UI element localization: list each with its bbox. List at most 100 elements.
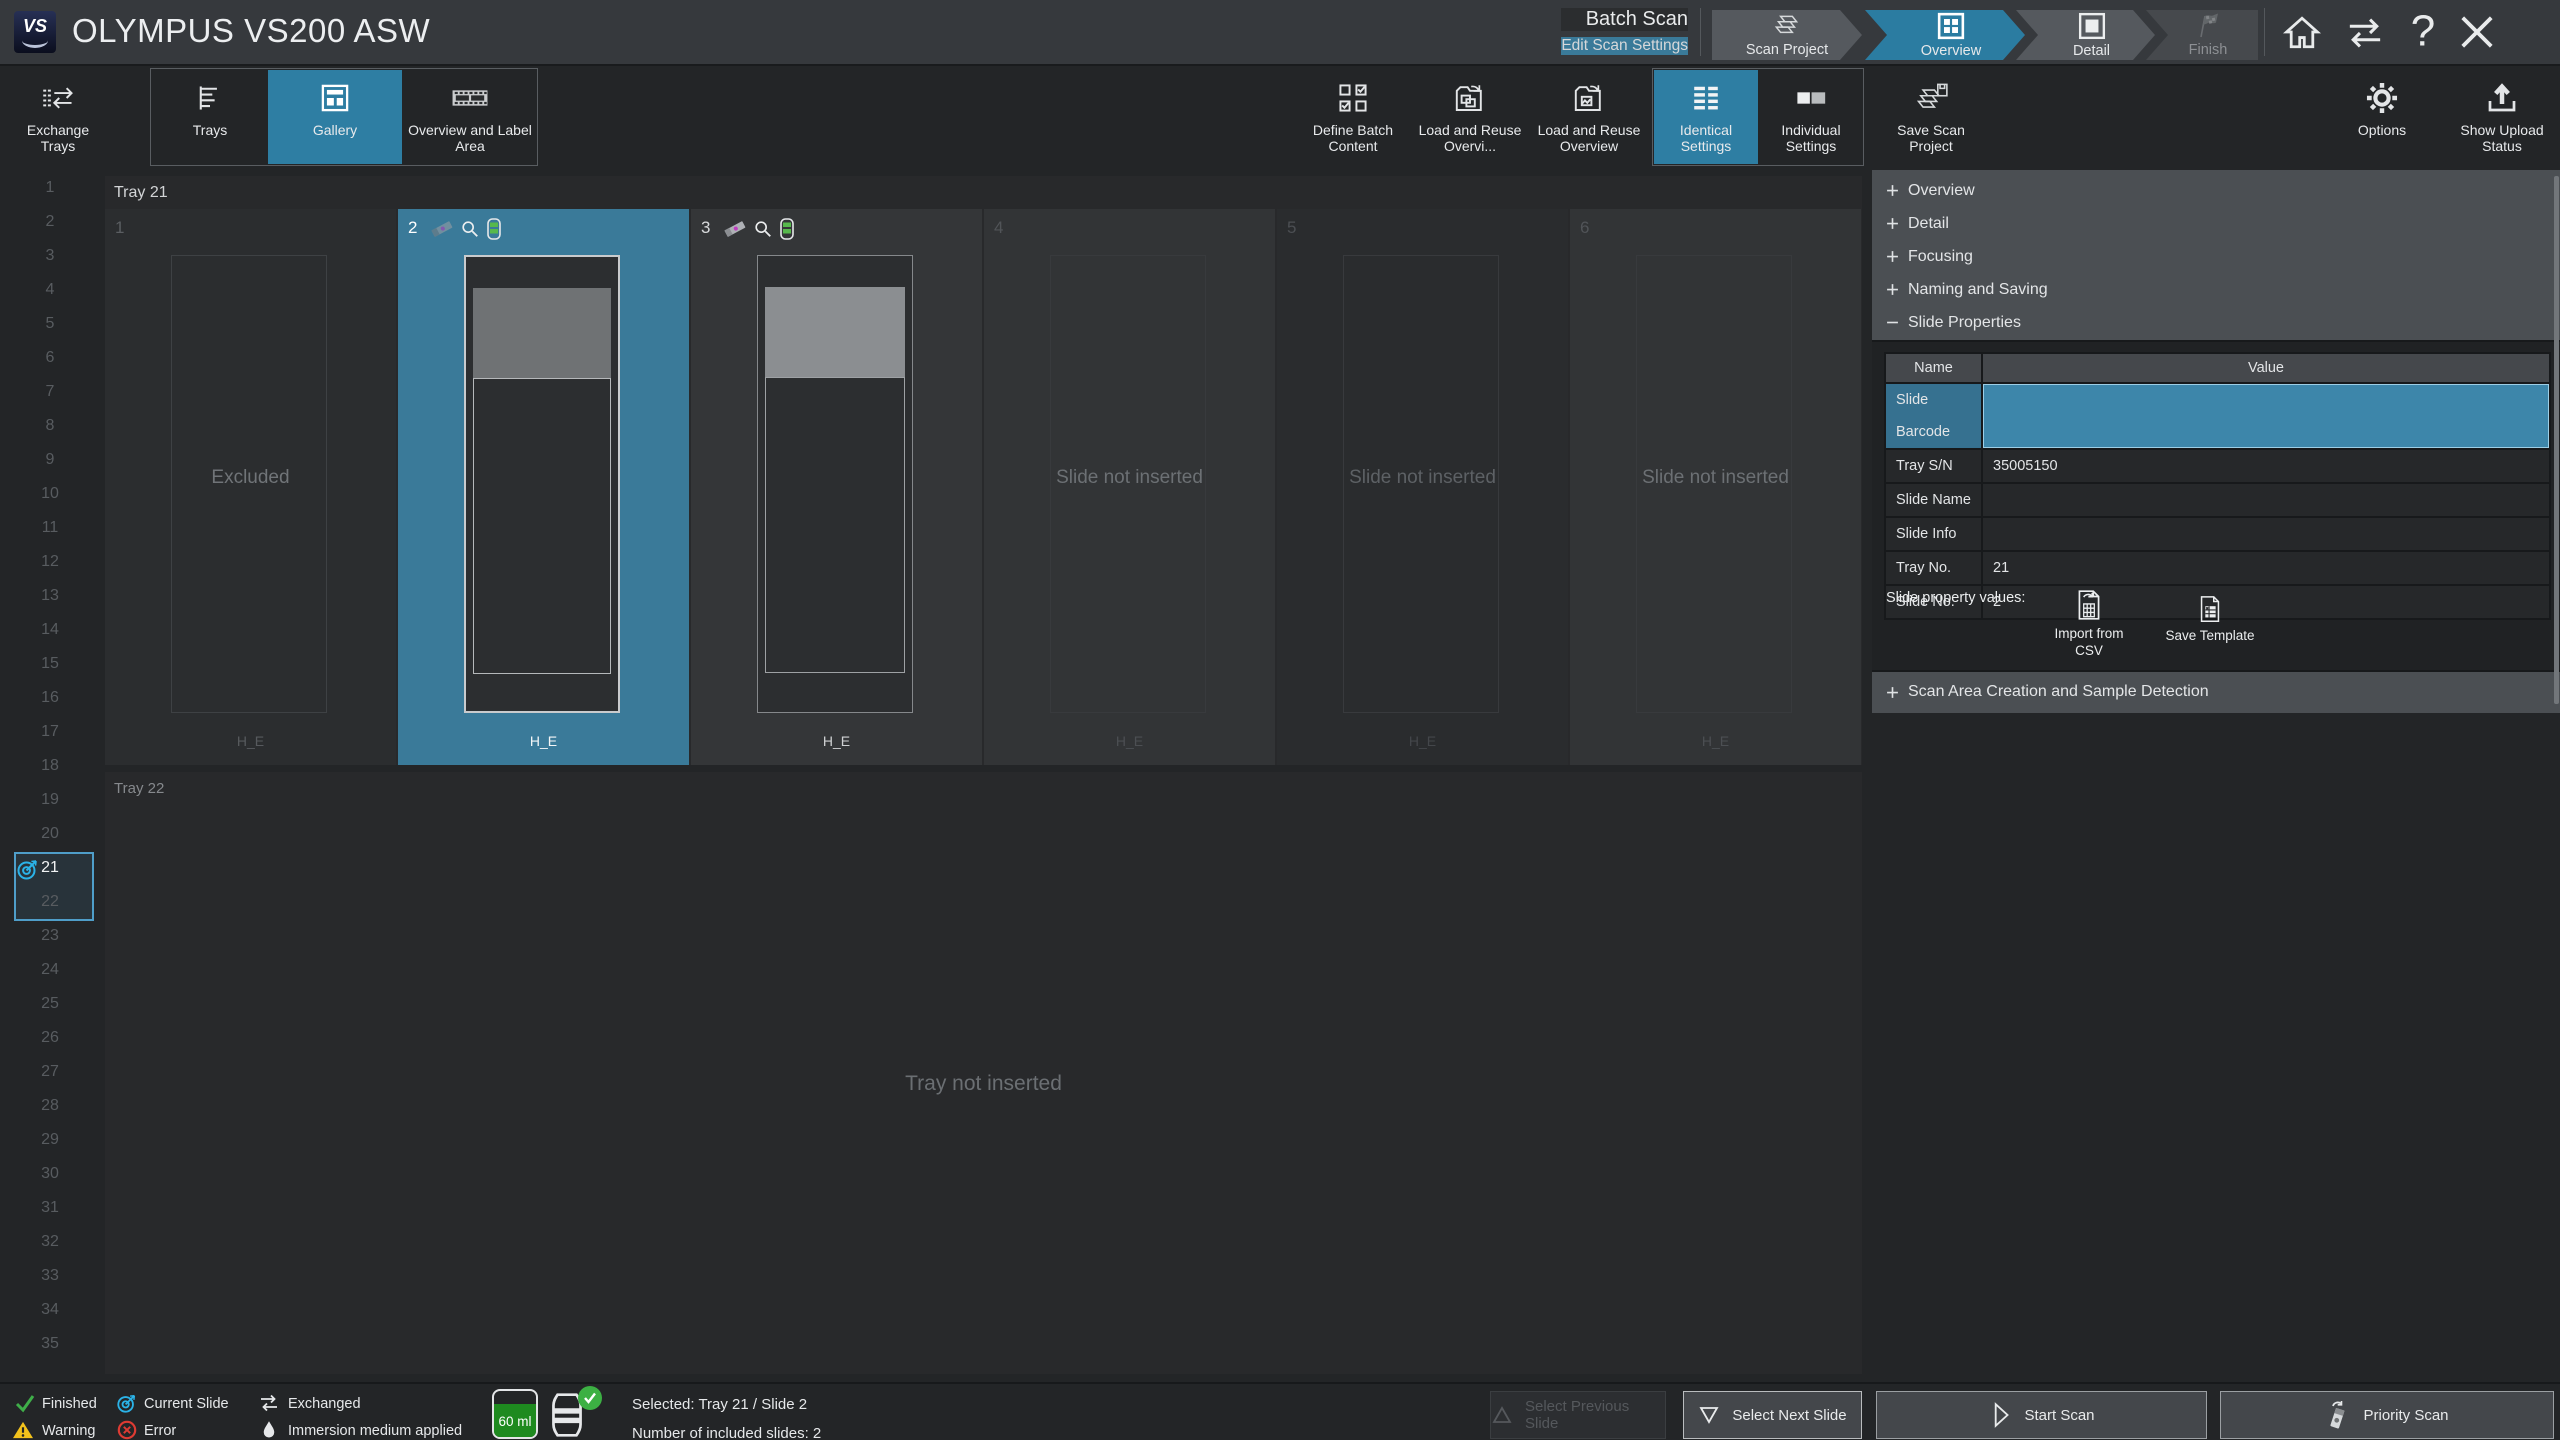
table-row-slide-barcode[interactable]: Slide Barcode bbox=[1886, 384, 2549, 448]
slide-tile-5[interactable]: 5 Slide not inserted H_E bbox=[1277, 209, 1568, 765]
property-name: Slide Name bbox=[1886, 484, 1981, 516]
slide-tile-1[interactable]: 1 Excluded H_E bbox=[105, 209, 396, 765]
table-row-tray-no[interactable]: Tray No. 21 bbox=[1886, 552, 2549, 584]
panel-scrollbar[interactable] bbox=[2554, 176, 2559, 704]
tray-row-11[interactable]: 11 bbox=[0, 511, 100, 545]
button-label: Select Next Slide bbox=[1732, 1407, 1846, 1424]
droplet-icon bbox=[262, 1419, 276, 1440]
tray-row-19[interactable]: 19 bbox=[0, 783, 100, 817]
select-next-slide-button[interactable]: Select Next Slide bbox=[1683, 1391, 1862, 1439]
identical-settings-button[interactable]: Identical Settings bbox=[1654, 70, 1758, 164]
tray-row-34[interactable]: 34 bbox=[0, 1293, 100, 1327]
import-from-csv-button[interactable]: Import from CSV bbox=[2048, 588, 2130, 659]
immersion-state-icon bbox=[780, 218, 794, 240]
tray-row-20[interactable]: 20 bbox=[0, 817, 100, 851]
table-row-tray-sn[interactable]: Tray S/N 35005150 bbox=[1886, 450, 2549, 482]
section-detail[interactable]: Detail bbox=[1872, 207, 2560, 240]
tray-row-21-selected[interactable]: 21 bbox=[0, 851, 100, 885]
section-slide-properties[interactable]: Slide Properties bbox=[1872, 306, 2560, 339]
section-naming-saving[interactable]: Naming and Saving bbox=[1872, 273, 2560, 306]
upload-icon bbox=[2484, 77, 2520, 119]
play-icon bbox=[1988, 1401, 2012, 1429]
slide-tile-4[interactable]: 4 Slide not inserted H_E bbox=[984, 209, 1275, 765]
tray-row-6[interactable]: 6 bbox=[0, 341, 100, 375]
app-logo: VS bbox=[14, 11, 56, 53]
close-icon[interactable] bbox=[2458, 14, 2496, 50]
step-scan-project[interactable]: Scan Project bbox=[1712, 10, 1862, 60]
gallery-button[interactable]: Gallery bbox=[268, 70, 402, 164]
tray-row-35[interactable]: 35 bbox=[0, 1327, 100, 1361]
slide-tile-3[interactable]: 3 H_E bbox=[691, 209, 982, 765]
tray-row-25[interactable]: 25 bbox=[0, 987, 100, 1021]
options-button[interactable]: Options bbox=[2340, 70, 2424, 164]
tray-row-24[interactable]: 24 bbox=[0, 953, 100, 987]
property-value-field[interactable] bbox=[1983, 518, 2549, 550]
tray-row-16[interactable]: 16 bbox=[0, 681, 100, 715]
tray-row-3[interactable]: 3 bbox=[0, 239, 100, 273]
section-scan-area[interactable]: Scan Area Creation and Sample Detection bbox=[1872, 672, 2560, 712]
tray-row-22[interactable]: 22 bbox=[0, 885, 100, 919]
tray-row-4[interactable]: 4 bbox=[0, 273, 100, 307]
step-overview[interactable]: Overview bbox=[1865, 10, 2025, 60]
home-icon[interactable] bbox=[2282, 14, 2322, 50]
tray-row-27[interactable]: 27 bbox=[0, 1055, 100, 1089]
magnifier-icon[interactable] bbox=[460, 219, 480, 239]
section-label: Overview bbox=[1908, 182, 1975, 200]
tray-row-8[interactable]: 8 bbox=[0, 409, 100, 443]
legend-exchanged: Exchanged bbox=[288, 1396, 361, 1412]
slide-properties-table: Name Value Slide Barcode Tray S/N 350051… bbox=[1884, 352, 2551, 620]
plus-icon bbox=[1886, 250, 1899, 263]
included-count-info: Number of included slides: 2 bbox=[632, 1425, 821, 1440]
button-label: Start Scan bbox=[2024, 1407, 2094, 1424]
tray-row-1[interactable]: 1 bbox=[0, 171, 100, 205]
show-upload-status-button[interactable]: Show Upload Status bbox=[2452, 70, 2552, 164]
tray-row-12[interactable]: 12 bbox=[0, 545, 100, 579]
magnifier-icon[interactable] bbox=[753, 219, 773, 239]
property-value-field[interactable]: 21 bbox=[1983, 552, 2549, 584]
slide-tile-2-selected[interactable]: 2 H_E bbox=[398, 209, 689, 765]
switch-app-icon[interactable] bbox=[2344, 17, 2386, 49]
priority-scan-button[interactable]: Priority Scan bbox=[2220, 1391, 2554, 1439]
save-template-button[interactable]: Save Template bbox=[2160, 594, 2260, 644]
tray-row-30[interactable]: 30 bbox=[0, 1157, 100, 1191]
tray-row-26[interactable]: 26 bbox=[0, 1021, 100, 1055]
tray-row-9[interactable]: 9 bbox=[0, 443, 100, 477]
individual-settings-button[interactable]: Individual Settings bbox=[1760, 70, 1862, 164]
load-reuse-overviews-button[interactable]: Load and Reuse Overvi... bbox=[1416, 70, 1524, 164]
table-row-slide-info[interactable]: Slide Info bbox=[1886, 518, 2549, 550]
value-column-header: Value bbox=[1983, 354, 2549, 382]
table-row-slide-name[interactable]: Slide Name bbox=[1886, 484, 2549, 516]
tray-row-2[interactable]: 2 bbox=[0, 205, 100, 239]
tray-row-14[interactable]: 14 bbox=[0, 613, 100, 647]
tray-row-28[interactable]: 28 bbox=[0, 1089, 100, 1123]
save-scan-project-button[interactable]: Save Scan Project bbox=[1878, 70, 1984, 164]
tray-row-23[interactable]: 23 bbox=[0, 919, 100, 953]
property-value-field[interactable] bbox=[1983, 384, 2549, 448]
step-detail[interactable]: Detail bbox=[2016, 10, 2155, 60]
tray-row-15[interactable]: 15 bbox=[0, 647, 100, 681]
property-value-field[interactable] bbox=[1983, 484, 2549, 516]
start-scan-button[interactable]: Start Scan bbox=[1876, 1391, 2207, 1439]
trays-button[interactable]: Trays bbox=[154, 70, 266, 164]
tray-row-7[interactable]: 7 bbox=[0, 375, 100, 409]
section-focusing[interactable]: Focusing bbox=[1872, 240, 2560, 273]
tray-21-title: Tray 21 bbox=[114, 184, 168, 202]
section-overview[interactable]: Overview bbox=[1872, 174, 2560, 207]
tray-row-17[interactable]: 17 bbox=[0, 715, 100, 749]
exchange-trays-button[interactable]: Exchange Trays bbox=[8, 70, 108, 164]
tray-row-13[interactable]: 13 bbox=[0, 579, 100, 613]
tray-row-32[interactable]: 32 bbox=[0, 1225, 100, 1259]
overview-label-area-button[interactable]: Overview and Label Area bbox=[404, 70, 536, 164]
tray-row-33[interactable]: 33 bbox=[0, 1259, 100, 1293]
tray-row-18[interactable]: 18 bbox=[0, 749, 100, 783]
load-reuse-overview-button[interactable]: Load and Reuse Overview bbox=[1534, 70, 1644, 164]
tray-row-31[interactable]: 31 bbox=[0, 1191, 100, 1225]
tray-row-10[interactable]: 10 bbox=[0, 477, 100, 511]
define-batch-content-button[interactable]: Define Batch Content bbox=[1300, 70, 1406, 164]
tray-row-29[interactable]: 29 bbox=[0, 1123, 100, 1157]
slide-stain-label: H_E bbox=[398, 733, 689, 749]
property-value-field[interactable]: 35005150 bbox=[1983, 450, 2549, 482]
help-icon[interactable]: ? bbox=[2406, 10, 2440, 54]
slide-tile-6[interactable]: 6 Slide not inserted H_E bbox=[1570, 209, 1861, 765]
tray-row-5[interactable]: 5 bbox=[0, 307, 100, 341]
